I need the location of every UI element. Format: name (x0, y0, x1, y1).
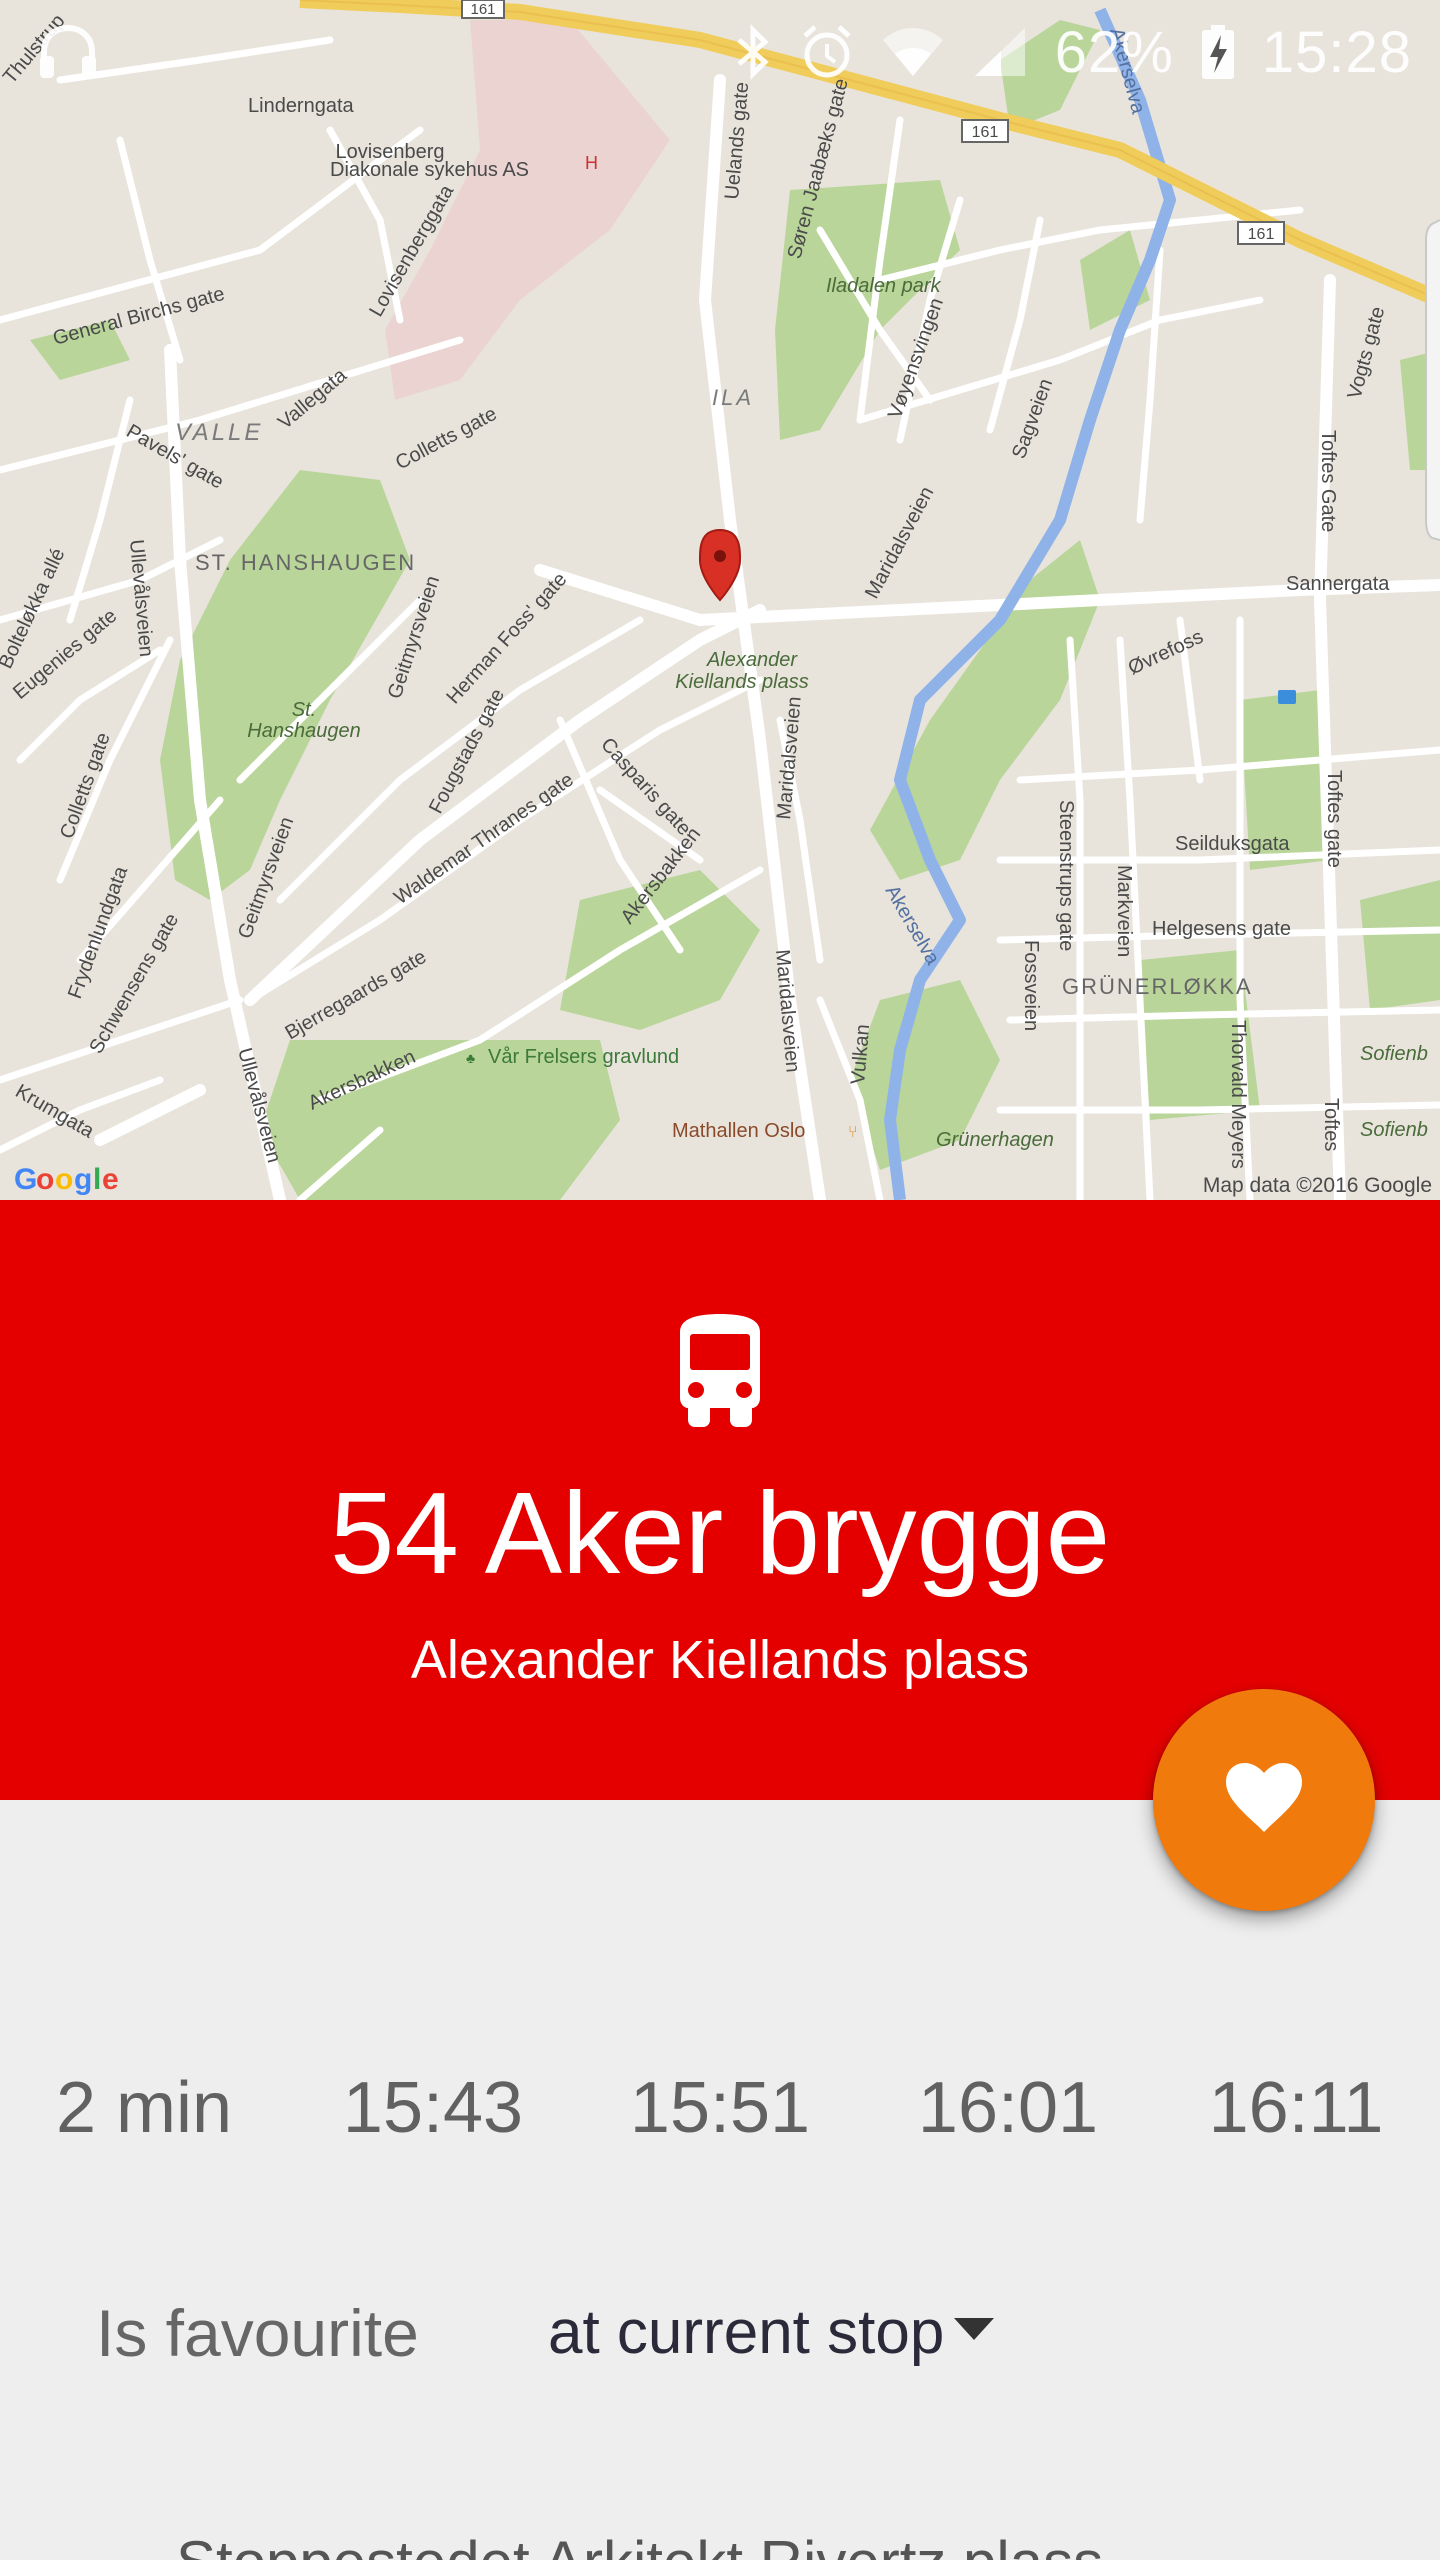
map-view[interactable]: 161 161 161 Thulstrup Linderngata Lovise… (0, 0, 1440, 1200)
footer-note: Stoppestedet Arkitekt Rivertz plass (176, 2528, 1103, 2560)
svg-text:161: 161 (972, 124, 999, 141)
svg-text:Sofienb: Sofienb (1360, 1043, 1428, 1065)
favourite-scope-dropdown[interactable]: at current stop (548, 2288, 995, 2378)
svg-text:ST. HANSHAUGEN: ST. HANSHAUGEN (195, 550, 416, 575)
svg-text:Vår Frelsers gravlund: Vår Frelsers gravlund (488, 1046, 679, 1068)
departure-times: 2 min 15:43 15:51 16:01 16:11 (0, 2058, 1440, 2158)
departure-time: 16:01 (917, 2068, 1099, 2148)
svg-text:Toftes gate: Toftes gate (1323, 770, 1345, 868)
departure-time: 2 min (55, 2068, 233, 2148)
svg-text:Sofienb: Sofienb (1360, 1119, 1428, 1141)
favourite-scope-value: at current stop (548, 2298, 945, 2367)
svg-text:Thorvald Meyers: Thorvald Meyers (1227, 1020, 1249, 1169)
heart-icon (1224, 1762, 1304, 1839)
status-bar: 62% 15:28 (0, 0, 1440, 104)
dropdown-arrow-icon (954, 2318, 995, 2340)
bluetooth-icon (733, 22, 773, 82)
signal-icon (971, 24, 1029, 80)
svg-text:161: 161 (1248, 226, 1275, 243)
battery-charging-icon (1200, 23, 1236, 81)
svg-text:g: g (74, 1163, 92, 1196)
svg-text:Toftes: Toftes (1320, 1098, 1342, 1151)
map-canvas[interactable]: 161 161 161 Thulstrup Linderngata Lovise… (0, 0, 1440, 1200)
svg-text:o: o (55, 1163, 73, 1196)
svg-text:Helgesens gate: Helgesens gate (1152, 918, 1291, 940)
svg-text:Kiellands plass: Kiellands plass (675, 671, 808, 693)
svg-text:Fossveien: Fossveien (1020, 940, 1042, 1031)
favourite-label: Is favourite (96, 2296, 419, 2370)
departure-time: 16:11 (1208, 2068, 1384, 2148)
headset-icon (36, 22, 100, 82)
svg-text:o: o (36, 1163, 54, 1196)
alarm-icon (799, 22, 855, 82)
wifi-icon (881, 24, 945, 80)
svg-text:ILA: ILA (712, 385, 754, 410)
svg-text:Toftes Gate: Toftes Gate (1317, 430, 1339, 532)
map-attribution: Map data ©2016 Google (1203, 1174, 1432, 1197)
svg-text:G: G (14, 1163, 37, 1196)
svg-text:H: H (585, 153, 598, 173)
svg-text:Mathallen Oslo: Mathallen Oslo (672, 1120, 805, 1142)
battery-percent: 62% (1054, 19, 1174, 85)
departure-time: 15:43 (342, 2068, 524, 2148)
route-title: 54 Aker brygge (329, 1468, 1111, 1598)
svg-text:⑂: ⑂ (848, 1124, 858, 1141)
svg-text:Steenstrups gate: Steenstrups gate (1055, 800, 1077, 951)
stop-name: Alexander Kiellands plass (410, 1630, 1030, 1690)
clock: 15:28 (1261, 19, 1412, 85)
favourite-button[interactable] (1153, 1689, 1375, 1911)
svg-text:Seilduksgata: Seilduksgata (1175, 833, 1290, 855)
app-screen: 161 161 161 Thulstrup Linderngata Lovise… (0, 0, 1440, 2560)
svg-text:Markveien: Markveien (1113, 865, 1135, 957)
svg-text:GRÜNERLØKKA: GRÜNERLØKKA (1062, 974, 1253, 999)
departure-time: 15:51 (629, 2068, 811, 2148)
svg-text:Iladalen park: Iladalen park (826, 275, 942, 297)
svg-text:Hanshaugen: Hanshaugen (247, 720, 360, 742)
svg-text:St.: St. (292, 699, 316, 721)
svg-text:l: l (93, 1163, 101, 1196)
google-logo: G o o g l e (14, 1163, 119, 1196)
svg-text:Alexander: Alexander (706, 649, 798, 671)
svg-text:e: e (102, 1163, 119, 1196)
bus-icon (670, 1312, 770, 1430)
svg-text:Diakonale sykehus AS: Diakonale sykehus AS (330, 159, 529, 181)
highway-shield: 161 (961, 119, 1009, 143)
highway-shield: 161 (1237, 221, 1285, 245)
svg-text:Grünerhagen: Grünerhagen (936, 1129, 1054, 1151)
svg-text:♣: ♣ (466, 1050, 475, 1066)
svg-text:Sannergata: Sannergata (1286, 573, 1390, 595)
svg-text:VALLE: VALLE (175, 419, 263, 446)
favourite-row: Is favourite at current stop (0, 2288, 1440, 2378)
